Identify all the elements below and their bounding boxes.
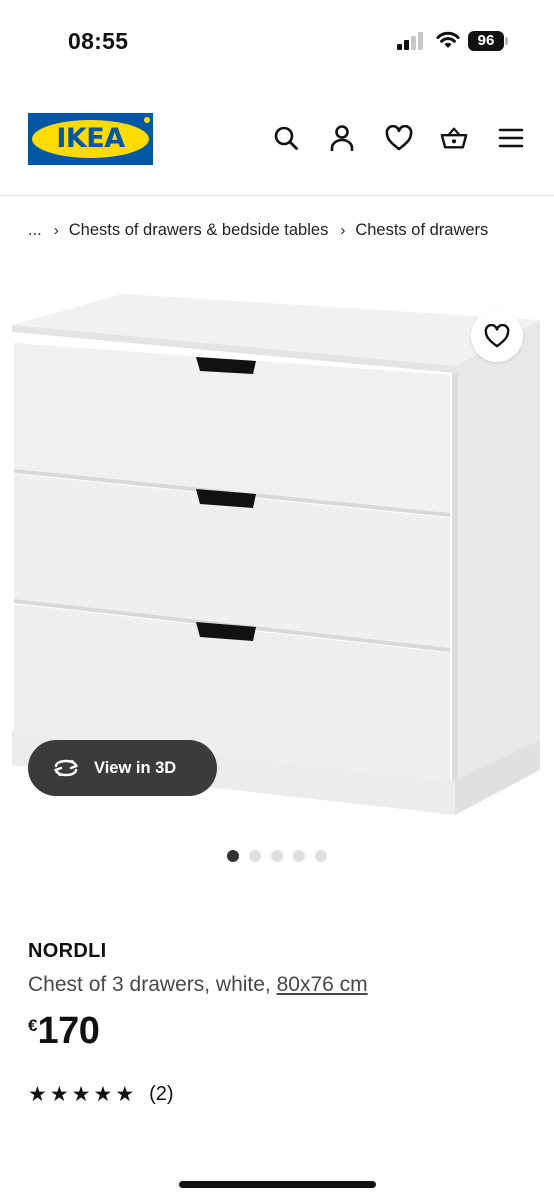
basket-icon[interactable] [440,124,468,152]
pagination-dot-2[interactable] [249,850,261,862]
product-size-link[interactable]: 80x76 cm [277,973,368,996]
header-divider [0,195,554,196]
battery-indicator: 96 [468,31,504,51]
favourites-icon[interactable] [385,124,413,152]
star-icon: ★ [93,1083,113,1106]
wifi-icon [436,31,460,48]
ikea-logo[interactable]: IKEA [28,113,153,165]
price-amount: 170 [37,1010,100,1052]
star-icon: ★ [115,1083,135,1106]
rotate-3d-icon [54,759,78,777]
star-icon: ★ [28,1083,47,1106]
search-icon[interactable] [272,124,300,152]
account-icon[interactable] [328,124,356,152]
add-to-favourites-button[interactable] [471,310,523,362]
gallery-pagination [227,850,327,862]
product-rating[interactable]: ★ ★ ★ ★ ★ (2) [28,1082,174,1107]
battery-tip [505,37,508,45]
product-name: NORDLI [28,940,107,962]
logo-text: IKEA [56,123,125,154]
home-indicator[interactable] [179,1181,376,1188]
star-icon: ★ [71,1083,91,1106]
review-count: (2) [149,1083,174,1105]
pagination-dot-4[interactable] [293,850,305,862]
cellular-signal-icon [397,32,423,50]
pagination-dot-5[interactable] [315,850,327,862]
pagination-dot-1[interactable] [227,850,239,862]
chevron-right-icon: › [340,222,346,239]
product-price: € 170 [28,1010,100,1053]
breadcrumb-item-chests[interactable]: Chests of drawers [355,221,488,240]
view-in-3d-button[interactable]: View in 3D [28,740,217,796]
heart-icon [484,324,510,348]
chevron-right-icon: › [53,222,59,239]
star-icon: ★ [49,1083,69,1106]
product-description-text: Chest of 3 drawers, white, [28,973,277,996]
product-description: Chest of 3 drawers, white, 80x76 cm [28,973,368,997]
breadcrumb-ellipsis[interactable]: ... [28,221,42,240]
view-in-3d-label: View in 3D [94,758,177,777]
breadcrumb: ... › Chests of drawers & bedside tables… [28,221,488,240]
breadcrumb-item-chests-bedside[interactable]: Chests of drawers & bedside tables [69,221,329,240]
price-currency: € [28,1016,38,1035]
pagination-dot-3[interactable] [271,850,283,862]
status-time: 08:55 [68,28,129,54]
menu-icon[interactable] [497,124,525,152]
